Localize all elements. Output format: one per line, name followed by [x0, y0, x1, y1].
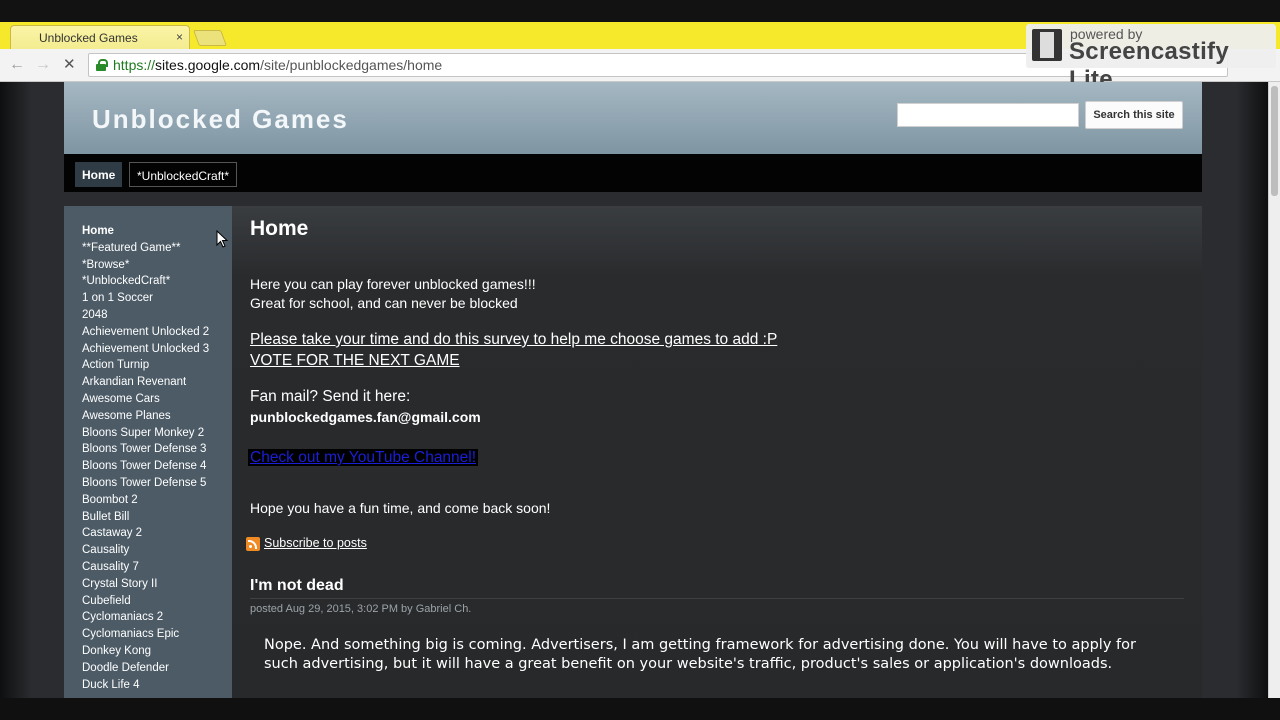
page-scrollbar[interactable]	[1268, 82, 1280, 698]
sidebar-item[interactable]: Home	[82, 223, 209, 240]
closing-text: Hope you have a fun time, and come back …	[250, 500, 551, 516]
sidebar-nav: Home **Featured Game** *Browse* *UnblockedC…	[64, 206, 232, 698]
vote-link[interactable]: VOTE FOR THE NEXT GAME	[250, 352, 460, 369]
intro-line-2: Great for school, and can never be block…	[250, 295, 518, 311]
sidebar-item[interactable]: Awesome Cars	[82, 391, 209, 408]
search-site-button[interactable]: Search this site	[1085, 101, 1183, 129]
sidebar-item[interactable]: Causality 7	[82, 559, 209, 576]
sidebar-item[interactable]: Cubefield	[82, 593, 209, 610]
sidebar-item[interactable]: *Browse*	[82, 257, 209, 274]
mouse-cursor-icon	[216, 230, 228, 248]
url-scheme: https://	[113, 57, 156, 73]
forward-arrow-icon[interactable]: →	[35, 56, 51, 74]
sidebar-item[interactable]: Bloons Super Monkey 2	[82, 425, 209, 442]
main-content: Home Here you can play forever unblocked…	[232, 206, 1202, 698]
sidebar-item[interactable]: 1 on 1 Soccer	[82, 290, 209, 307]
new-tab-button[interactable]	[193, 30, 227, 46]
sidebar-item[interactable]: Achievement Unlocked 3	[82, 341, 209, 358]
sidebar-item[interactable]: Arkandian Revenant	[82, 374, 209, 391]
page-viewport: Unblocked Games Search this site Home *U…	[0, 82, 1268, 698]
sidebar-item[interactable]: Bullet Bill	[82, 509, 209, 526]
window-top-bar	[0, 0, 1280, 22]
sidebar-item[interactable]: 2048	[82, 307, 209, 324]
site-title[interactable]: Unblocked Games	[92, 104, 349, 135]
post-title[interactable]: I'm not dead	[250, 577, 344, 595]
browser-tab[interactable]: Unblocked Games ×	[10, 25, 190, 49]
sidebar-item[interactable]: Donkey Kong	[82, 643, 209, 660]
stop-loading-icon[interactable]: ✕	[63, 56, 76, 74]
site-nav-bar: Home *UnblockedCraft*	[64, 154, 1202, 192]
sidebar-item[interactable]: Doodle Defender	[82, 660, 209, 677]
nav-tab-home[interactable]: Home	[75, 162, 123, 187]
sidebar-item[interactable]: Awesome Planes	[82, 408, 209, 425]
url-host: sites.google.com	[155, 57, 261, 73]
youtube-channel-link[interactable]: Check out my YouTube Channel!	[248, 449, 479, 466]
sidebar-item[interactable]: Cyclomaniacs Epic	[82, 626, 209, 643]
tab-close-icon[interactable]: ×	[176, 30, 183, 44]
url-path: /site/punblockedgames/home	[260, 57, 443, 73]
site-header: Unblocked Games Search this site	[64, 82, 1202, 154]
lock-icon	[96, 59, 108, 71]
post-body: Nope. And something big is coming. Adver…	[264, 637, 1136, 672]
sidebar-item[interactable]: Boombot 2	[82, 492, 209, 509]
back-arrow-icon[interactable]: ←	[9, 56, 25, 74]
sidebar-item[interactable]: *UnblockedCraft*	[82, 273, 209, 290]
sidebar-item[interactable]: Cyclomaniacs 2	[82, 609, 209, 626]
scrollbar-thumb[interactable]	[1271, 86, 1278, 196]
tab-title: Unblocked Games	[39, 31, 138, 45]
site-search-input[interactable]	[897, 103, 1079, 127]
sidebar-item[interactable]: Bloons Tower Defense 5	[82, 475, 209, 492]
screencastify-watermark: powered by Screencastify Lite	[1026, 24, 1276, 93]
window-bottom-bar	[0, 698, 1280, 720]
sidebar-item[interactable]: Crystal Story II	[82, 576, 209, 593]
rss-icon[interactable]	[246, 537, 260, 551]
survey-link[interactable]: Please take your time and do this survey…	[250, 331, 777, 348]
subscribe-link[interactable]: Subscribe to posts	[264, 536, 367, 550]
sidebar-item[interactable]: Bloons Tower Defense 3	[82, 441, 209, 458]
sidebar-item[interactable]: Castaway 2	[82, 525, 209, 542]
sidebar-item[interactable]: Duck Life 4	[82, 677, 209, 694]
sidebar-list: Home **Featured Game** *Browse* *UnblockedC…	[82, 223, 209, 693]
sidebar-item[interactable]: Action Turnip	[82, 357, 209, 374]
post-meta: posted Aug 29, 2015, 3:02 PM by Gabriel …	[250, 603, 472, 615]
sidebar-item[interactable]: Bloons Tower Defense 4	[82, 458, 209, 475]
post-divider	[250, 598, 1184, 599]
sidebar-item[interactable]: Achievement Unlocked 2	[82, 324, 209, 341]
fanmail-email: punblockedgames.fan@gmail.com	[250, 409, 481, 425]
nav-tab-unblockedcraft[interactable]: *UnblockedCraft*	[129, 162, 238, 187]
sidebar-item[interactable]: Causality	[82, 542, 209, 559]
film-icon	[1032, 29, 1062, 61]
sidebar-item[interactable]: **Featured Game**	[82, 240, 209, 257]
intro-line-1: Here you can play forever unblocked game…	[250, 276, 536, 292]
page-title: Home	[250, 217, 309, 240]
fanmail-label: Fan mail? Send it here:	[250, 388, 411, 405]
